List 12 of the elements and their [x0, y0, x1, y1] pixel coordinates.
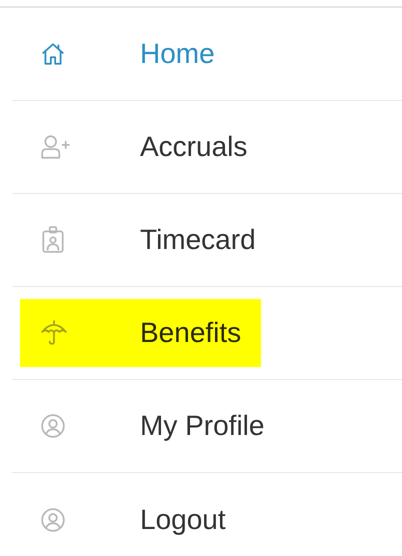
- id-badge-icon: [40, 226, 66, 254]
- menu-item[interactable]: Benefits: [20, 299, 262, 367]
- home-icon: [40, 41, 66, 67]
- user-circle-icon: [40, 413, 66, 439]
- menu-item[interactable]: My Profile: [20, 392, 284, 460]
- user-circle-icon: [40, 506, 66, 532]
- person-plus-icon: [40, 134, 70, 160]
- menu-item[interactable]: Logout: [20, 486, 246, 554]
- menu-item[interactable]: Accruals: [20, 113, 268, 181]
- umbrella-icon: [40, 320, 68, 346]
- menu-item[interactable]: Timecard: [20, 206, 276, 274]
- menu-item[interactable]: Home: [20, 20, 235, 88]
